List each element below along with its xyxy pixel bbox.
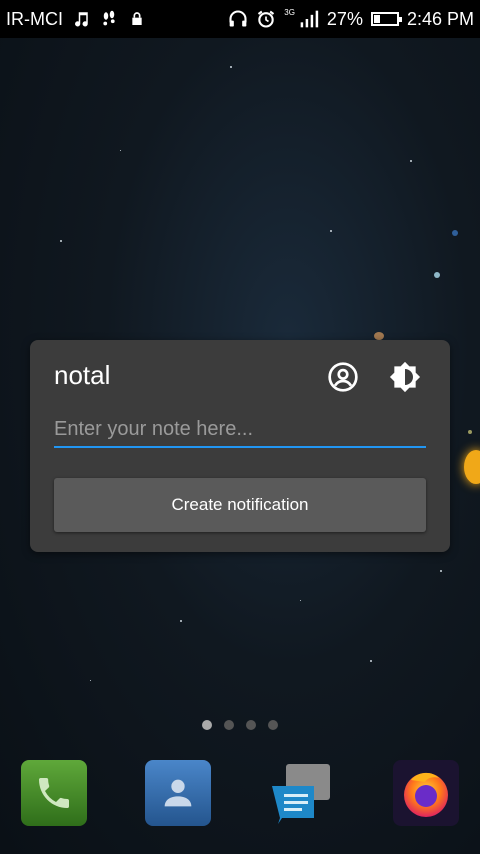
account-circle-icon — [328, 362, 358, 392]
wallpaper-star — [330, 230, 332, 232]
account-button[interactable] — [326, 360, 360, 394]
dock — [0, 760, 480, 830]
wallpaper-star — [440, 570, 442, 572]
wallpaper-planet — [464, 450, 480, 484]
wallpaper-star — [434, 272, 440, 278]
messages-app-button[interactable] — [268, 760, 334, 826]
phone-app-button[interactable] — [21, 760, 87, 826]
theme-toggle-button[interactable] — [388, 360, 422, 394]
messages-icon — [272, 764, 330, 824]
carrier-label: IR-MCI — [6, 8, 63, 29]
wallpaper-star — [60, 240, 62, 242]
battery-fill — [373, 15, 380, 23]
page-indicator — [0, 720, 480, 730]
widget-title: notal — [54, 360, 111, 390]
page-dot[interactable] — [224, 720, 234, 730]
wallpaper-star — [410, 160, 412, 162]
music-note-icon — [71, 9, 91, 29]
battery-icon — [370, 12, 402, 26]
status-bar-right: 3G 27% 2:46 PM — [228, 7, 480, 30]
note-input[interactable] — [54, 412, 426, 448]
wallpaper-star — [120, 150, 121, 151]
firefox-app-button[interactable] — [393, 760, 459, 826]
notal-widget: notal Create notification — [30, 340, 450, 552]
firefox-icon — [404, 772, 448, 817]
wallpaper-star — [452, 230, 458, 236]
wallpaper-star — [300, 600, 301, 601]
wallpaper-star — [374, 332, 384, 340]
wallpaper-star — [90, 680, 91, 681]
lock-icon — [127, 9, 147, 29]
status-bar: IR-MCI 3G 27% 2:46 PM — [0, 0, 480, 38]
page-dot[interactable] — [268, 720, 278, 730]
alarm-clock-icon — [256, 9, 276, 29]
headphones-icon — [228, 9, 248, 29]
phone-icon — [39, 778, 69, 808]
status-bar-left: IR-MCI — [0, 9, 147, 30]
wallpaper-star — [230, 66, 232, 68]
clock: 2:46 PM — [406, 8, 474, 29]
battery-percent: 27% — [326, 8, 363, 29]
page-dot[interactable] — [202, 720, 212, 730]
brightness-icon — [389, 361, 421, 393]
wallpaper-star — [468, 430, 472, 434]
create-notification-button[interactable]: Create notification — [54, 478, 426, 532]
contacts-icon — [164, 779, 192, 807]
wallpaper-star — [180, 620, 182, 622]
footsteps-icon — [99, 9, 119, 29]
network-type-label: 3G — [284, 7, 295, 17]
signal-strength-icon — [299, 9, 319, 29]
wallpaper-star — [370, 660, 372, 662]
page-dot[interactable] — [246, 720, 256, 730]
contacts-app-button[interactable] — [145, 760, 211, 826]
